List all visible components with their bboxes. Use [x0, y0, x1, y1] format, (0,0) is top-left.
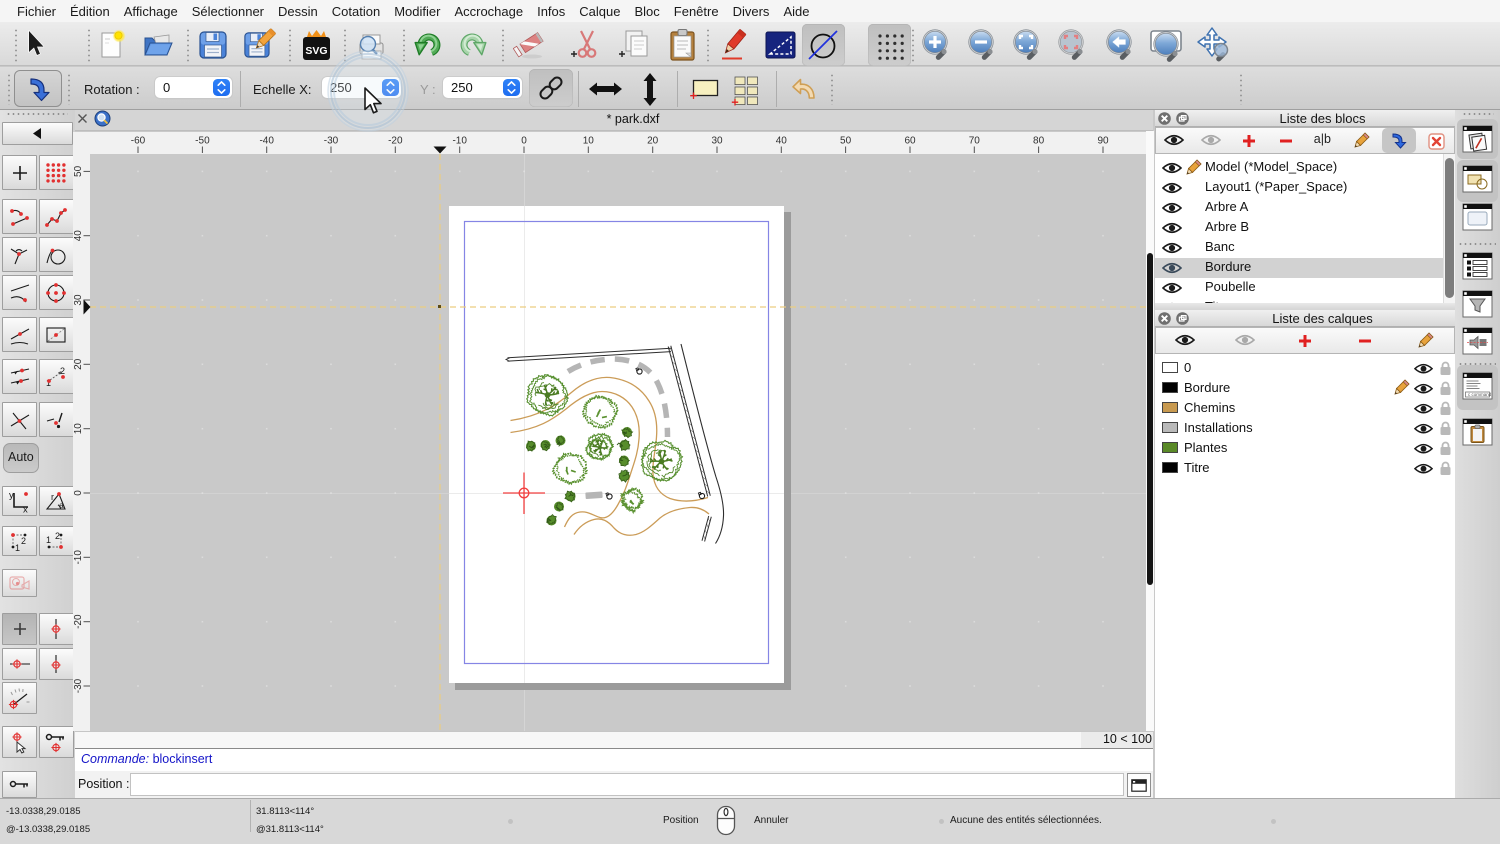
svg-text:0: 0 — [521, 136, 527, 147]
svg-text:80: 80 — [1033, 136, 1045, 147]
svg-text:2: 2 — [60, 366, 65, 376]
svg-text:-20: -20 — [388, 136, 403, 147]
svg-text:60: 60 — [904, 136, 916, 147]
svg-text:-60: -60 — [131, 136, 146, 147]
svg-text:20: 20 — [73, 358, 84, 370]
svg-text:a: a — [59, 500, 64, 510]
svg-text:90: 90 — [1097, 136, 1109, 147]
svg-text:-10: -10 — [73, 550, 84, 565]
svg-text:r: r — [51, 492, 54, 502]
svg-text:-10: -10 — [452, 136, 467, 147]
svg-text:2: 2 — [55, 531, 60, 541]
svg-text:50: 50 — [73, 165, 84, 177]
svg-text:2: 2 — [21, 536, 26, 546]
svg-text:0: 0 — [73, 490, 84, 496]
svg-text:70: 70 — [969, 136, 981, 147]
svg-text:30: 30 — [711, 136, 723, 147]
svg-text:40: 40 — [776, 136, 788, 147]
svg-text:-50: -50 — [195, 136, 210, 147]
svg-text:50: 50 — [840, 136, 852, 147]
svg-text:-40: -40 — [259, 136, 274, 147]
svg-text:10: 10 — [583, 136, 595, 147]
svg-text:x: x — [23, 505, 28, 514]
svg-text:y: y — [9, 490, 14, 501]
svg-text:10: 10 — [73, 423, 84, 435]
svg-text:SVG: SVG — [305, 45, 327, 57]
svg-text:c command: c command — [1468, 392, 1492, 397]
svg-text:-30: -30 — [73, 678, 84, 693]
svg-text:-30: -30 — [324, 136, 339, 147]
svg-text:40: 40 — [73, 230, 84, 242]
svg-text:1: 1 — [46, 535, 51, 545]
svg-text:1: 1 — [15, 543, 20, 553]
svg-text:-20: -20 — [73, 614, 84, 629]
svg-text:20: 20 — [647, 136, 659, 147]
